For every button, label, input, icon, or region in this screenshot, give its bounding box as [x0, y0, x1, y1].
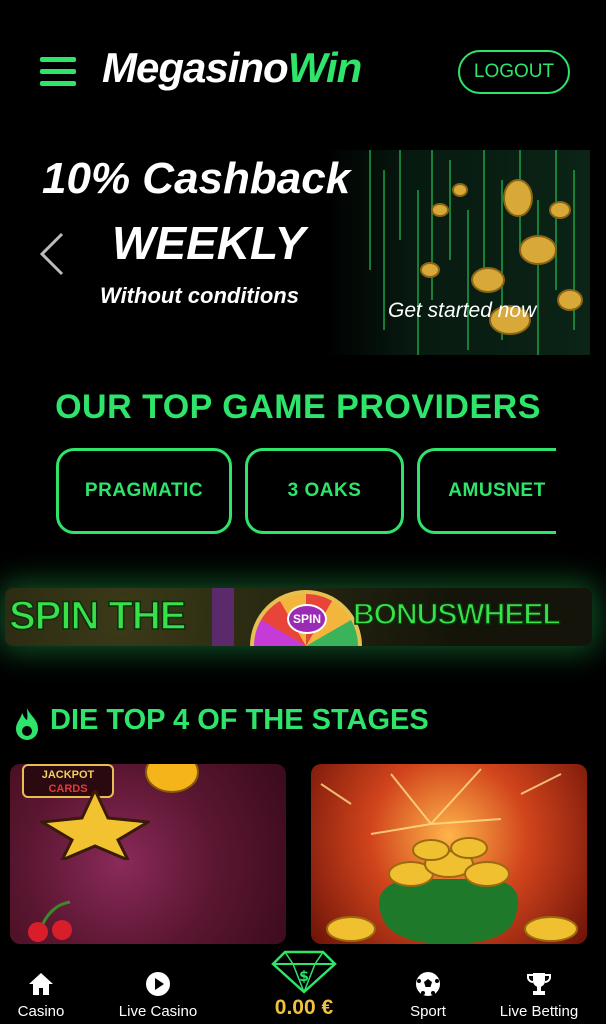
- provider-3-oaks[interactable]: 3 OAKS: [245, 448, 404, 534]
- home-icon: [29, 973, 53, 995]
- lemon-icon: [145, 764, 199, 793]
- provider-amusnet[interactable]: AMUSNET: [417, 448, 556, 534]
- header: MegasinoWin LOGOUT: [0, 0, 606, 140]
- soccer-ball-icon: [416, 972, 440, 996]
- gold-coins-pot-icon: [320, 768, 578, 944]
- nav-live-betting-label: Live Betting: [499, 1003, 579, 1020]
- banner-title: 10% Cashback: [42, 154, 351, 203]
- banner-subtitle: Without conditions: [100, 283, 299, 308]
- stages-title: DIE TOP 4 OF THE STAGES: [50, 704, 429, 736]
- diamond-icon: $: [271, 950, 337, 994]
- jackpot-badge-top: JACKPOT: [41, 769, 95, 781]
- banner-weekly: WEEKLY: [112, 217, 306, 269]
- chevron-left-icon[interactable]: [38, 232, 68, 276]
- game-card-jackpot-cards[interactable]: JACKPOT CARDS: [10, 764, 286, 944]
- nav-live-casino[interactable]: Live Casino: [110, 946, 206, 1024]
- logo-text-primary: Megasino: [102, 44, 289, 91]
- trophy-icon: [527, 973, 551, 995]
- get-started-link[interactable]: Get started now: [388, 299, 536, 323]
- menu-icon[interactable]: [40, 57, 76, 87]
- nav-sport[interactable]: Sport: [400, 946, 456, 1024]
- svg-text:$: $: [299, 969, 309, 985]
- matrix-coins-background: [369, 150, 583, 355]
- provider-pragmatic[interactable]: PRAGMATIC: [56, 448, 232, 534]
- logout-button[interactable]: LOGOUT: [458, 50, 570, 94]
- star-icon: [40, 790, 150, 860]
- multiplier-strip: [212, 588, 234, 646]
- providers-carousel[interactable]: PRAGMATIC 3 OAKS AMUSNET: [56, 448, 556, 536]
- cherry-icon: [28, 900, 72, 942]
- nav-casino[interactable]: Casino: [10, 946, 72, 1024]
- nav-live-betting[interactable]: Live Betting: [492, 946, 586, 1024]
- providers-title: OUR TOP GAME PROVIDERS: [55, 388, 541, 426]
- nav-sport-label: Sport: [410, 1003, 446, 1020]
- logo[interactable]: MegasinoWin: [102, 44, 363, 92]
- logo-text-accent: Win: [287, 44, 363, 91]
- play-icon: [146, 972, 170, 996]
- promo-banner[interactable]: 10% Cashback WEEKLY Without conditions G…: [0, 150, 590, 355]
- wallet-balance[interactable]: $ 0.00 €: [268, 950, 340, 1022]
- nav-live-casino-label: Live Casino: [118, 1003, 198, 1020]
- balance-amount: 0.00 €: [274, 996, 334, 1019]
- nav-casino-label: Casino: [17, 1003, 65, 1020]
- wheel-banner-text-left: SPIN THE: [8, 593, 187, 639]
- spin-badge: SPIN: [287, 604, 327, 634]
- game-card-gold-pot[interactable]: [311, 764, 587, 944]
- fire-icon: [16, 708, 38, 740]
- wheel-banner-text-right: BONUSWHEEL: [352, 597, 561, 632]
